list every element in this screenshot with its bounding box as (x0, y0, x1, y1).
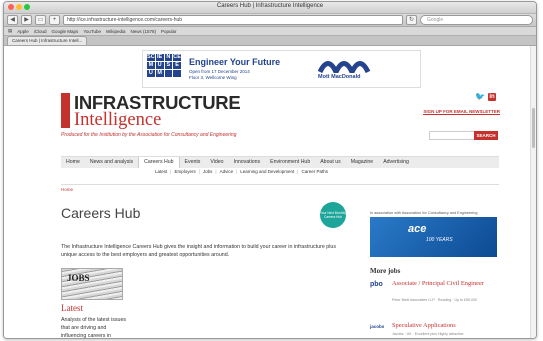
reload-icon[interactable]: ↻ (406, 15, 417, 25)
twitter-icon[interactable]: 🐦 (475, 93, 485, 101)
advert-banner[interactable]: SC IE N CE MUSE UM Engineer Your Future Ope… (142, 50, 421, 88)
subnav-learning[interactable]: Learning and Development (240, 169, 294, 174)
job-meta: Jacobs · UK · Excellent plus Highly attr… (392, 332, 464, 336)
main-navigation: Home News and analysis Careers Hub Event… (61, 156, 499, 168)
careers-subnav: Latest | Employers | Jobs | Advice | Learnin… (155, 169, 328, 174)
browser-toolbar: ◀ ▶ ▭ + http://ice.infrastructure-intell… (4, 14, 536, 27)
subnav-latest[interactable]: Latest (155, 169, 167, 174)
nav-news[interactable]: News and analysis (85, 157, 138, 168)
bookmark-item[interactable]: iCloud (34, 29, 47, 34)
latest-image[interactable]: JOBS (61, 268, 123, 300)
forward-icon[interactable]: ▶ (21, 15, 32, 25)
bookmark-item[interactable]: YouTube (83, 29, 101, 34)
share-icon[interactable]: + (49, 15, 60, 25)
latest-summary: Analysis of the latest issues that are d… (61, 317, 127, 338)
page-title: Careers Hub (61, 205, 141, 221)
job-company-logo: jacobs (370, 324, 385, 329)
bookmark-item[interactable]: Wikipedia (106, 29, 126, 34)
science-museum-logo: SC IE N CE MUSE UM (147, 54, 181, 77)
bookmark-item[interactable]: News (1578) (131, 29, 157, 34)
nav-about[interactable]: About us (315, 157, 345, 168)
subnav-advice[interactable]: Advice (220, 169, 234, 174)
job-title-link[interactable]: Associate / Principal Civil Engineer (392, 280, 494, 288)
scrollbar-thumb[interactable] (532, 108, 535, 148)
mott-macdonald-logo (318, 61, 371, 73)
nav-careers-hub[interactable]: Careers Hub (138, 157, 180, 168)
site-search-button[interactable]: SEARCH (474, 131, 498, 140)
latest-heading[interactable]: Latest (61, 303, 83, 313)
newsletter-signup-link[interactable]: SIGN UP FOR EMAIL NEWSLETTER (423, 109, 500, 115)
tab-bar: Careers Hub | Infrastructure Intell... (4, 36, 536, 46)
bookmark-item[interactable]: Popular (161, 29, 177, 34)
bookmark-item[interactable]: Google Maps (52, 29, 79, 34)
site-logo-line2[interactable]: Intelligence (74, 110, 161, 131)
page-content: SC IE N CE MUSE UM Engineer Your Future Ope… (4, 46, 536, 338)
bookmarks-grid-icon[interactable]: ▤ (8, 28, 12, 34)
breadcrumb[interactable]: Home (61, 187, 73, 192)
nav-advertising[interactable]: Advertising (378, 157, 414, 168)
careers-hub-badge[interactable]: Your Next Monthly Careers Hub (320, 202, 346, 228)
site-tagline: Produced for the Institution by the Asso… (61, 132, 237, 138)
back-icon[interactable]: ◀ (7, 15, 18, 25)
bookmark-item[interactable]: Apple (17, 29, 29, 34)
linkedin-icon[interactable]: in (488, 93, 496, 101)
divider (61, 184, 499, 185)
job-meta: Peter Brett Associates LLP · Reading · U… (392, 298, 478, 302)
subnav-jobs[interactable]: Jobs (203, 169, 213, 174)
tab-careers-hub[interactable]: Careers Hub | Infrastructure Intell... (7, 36, 88, 45)
nav-home[interactable]: Home (61, 157, 85, 168)
title-bar: Careers Hub | Infrastructure Intelligenc… (4, 2, 536, 14)
intro-text: The Infrastructure Intelligence Careers … (61, 244, 336, 258)
subnav-employers[interactable]: Employers (174, 169, 195, 174)
logo-red-bar (61, 93, 70, 128)
advert-headline: Engineer Your Future (189, 57, 281, 67)
subnav-career-paths[interactable]: Career Paths (301, 169, 328, 174)
browser-window: Careers Hub | Infrastructure Intelligenc… (3, 1, 537, 339)
nav-environment-hub[interactable]: Environment Hub (265, 157, 315, 168)
nav-magazine[interactable]: Magazine (346, 157, 379, 168)
sponsor-name: Mott MacDonald (318, 74, 361, 80)
social-links: 🐦 in (475, 93, 496, 101)
address-bar[interactable]: http://ice.infrastructure-intelligence.c… (63, 15, 403, 25)
nav-innovations[interactable]: Innovations (229, 157, 266, 168)
scrollbar[interactable] (530, 46, 536, 338)
site-search-input[interactable] (429, 131, 475, 140)
bookmarks-bar: ▤ Apple iCloud Google Maps YouTube Wikip… (4, 27, 536, 36)
nav-events[interactable]: Events (180, 157, 206, 168)
job-title-link[interactable]: Speculative Applications (392, 322, 494, 330)
advert-subtext: Open from 17 December 2014 Floor 3, Wellc… (189, 69, 250, 80)
job-company-logo: pbo (370, 281, 383, 288)
nav-video[interactable]: Video (205, 157, 228, 168)
ace-banner[interactable]: ace 100 YEARS (370, 217, 497, 257)
sidebar-icon[interactable]: ▭ (35, 15, 46, 25)
window-title: Careers Hub | Infrastructure Intelligenc… (216, 3, 324, 9)
search-input[interactable]: Google (420, 15, 533, 25)
more-jobs-heading: More jobs (370, 267, 401, 275)
ace-caption: In association with Association for Cons… (370, 211, 478, 215)
